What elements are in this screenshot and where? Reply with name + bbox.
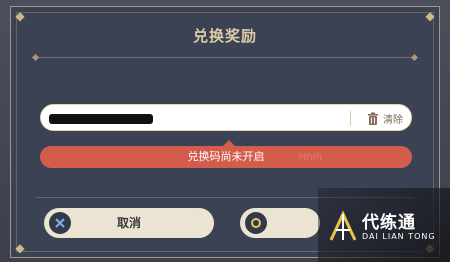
faint-watermark: Mhih [298,152,323,163]
brand-logo-icon [329,210,357,241]
corner-ornament-icon: ◆ [15,241,25,255]
cancel-button[interactable]: 取消 [44,208,214,238]
watermark-subtitle: DAI LIAN TONG [362,232,436,241]
watermark-title: 代练通 [362,213,416,233]
confirm-button[interactable] [240,208,320,238]
corner-ornament-icon: ◆ [15,9,25,23]
title-divider [31,53,419,63]
redeem-code-input[interactable]: 清除 [40,104,412,131]
clear-button-label: 清除 [383,115,403,126]
confirm-icon [245,212,267,234]
watermark-overlay: 代练通 DAI LIAN TONG [318,188,450,262]
cancel-button-label: 取消 [116,216,141,230]
corner-ornament-icon: ◆ [425,9,435,23]
clear-button[interactable]: 清除 [367,109,403,128]
trash-icon [368,112,378,125]
error-message: 兑换码尚未开启 [40,146,412,168]
divider-line [36,57,414,58]
redacted-code [49,114,153,124]
dialog-title: 兑换奖励 [192,27,257,45]
input-separator [350,111,351,126]
